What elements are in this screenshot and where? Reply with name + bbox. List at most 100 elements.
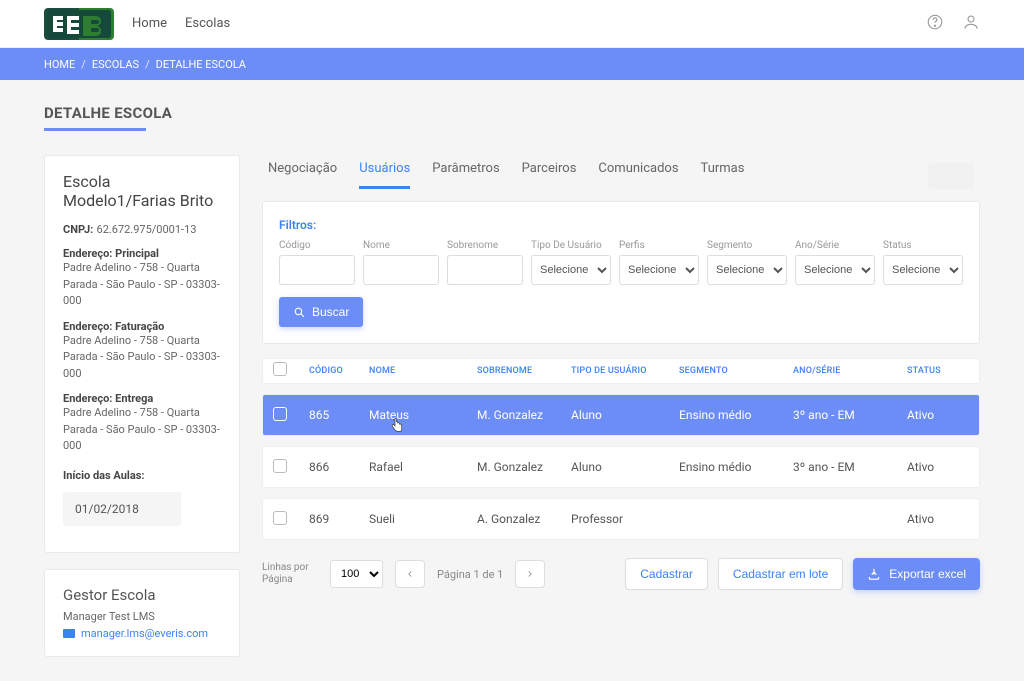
help-icon[interactable] [926,13,944,35]
th-codigo[interactable]: CÓDIGO [309,366,369,376]
filter-sobrenome-input[interactable] [447,255,523,285]
user-icon[interactable] [962,13,980,35]
breadcrumb: HOME / ESCOLAS / DETALHE ESCOLA [0,48,1024,80]
logo-mark [47,10,111,38]
filter-segmento-select[interactable]: Selecione [707,255,787,285]
addr-principal: Padre Adelino - 758 - Quarta Parada - Sã… [63,260,221,310]
tab-usuarios[interactable]: Usuários [359,161,410,189]
cadastrar-button[interactable]: Cadastrar [625,558,708,590]
search-button[interactable]: Buscar [279,297,363,327]
tab-turmas[interactable]: Turmas [701,161,745,189]
logo[interactable] [44,8,114,40]
row-checkbox[interactable] [273,511,287,525]
addr-entrega: Padre Adelino - 758 - Quarta Parada - Sã… [63,405,221,455]
prev-page-button[interactable] [395,560,425,588]
cell-status: Ativo [907,512,969,526]
filter-anoserie-select[interactable]: Selecione [795,255,875,285]
filter-card: Filtros: Código Nome Sobrenome [262,201,980,344]
select-all-checkbox[interactable] [273,362,287,376]
cell-codigo: 866 [309,460,369,474]
page-title: DETALHE ESCOLA [44,104,980,122]
table-footer: Linhas por Página 100 Página 1 de 1 Cada… [262,558,980,590]
cell-tipo: Aluno [571,408,679,422]
filter-tipo-label: Tipo De Usuário [531,240,611,251]
filter-nome-label: Nome [363,240,439,251]
filter-nome-input[interactable] [363,255,439,285]
th-sobrenome[interactable]: SOBRENOME [477,366,571,376]
tab-parametros[interactable]: Parâmetros [432,161,499,189]
cell-sobrenome: A. Gonzalez [477,512,571,526]
filter-tipo-select[interactable]: Selecione [531,255,611,285]
exportar-excel-label: Exportar excel [889,567,966,581]
manager-card: Gestor Escola Manager Test LMS manager.l… [44,569,240,657]
chevron-left-icon [405,569,415,579]
school-name: Escola Modelo1/Farias Brito [63,172,221,210]
addr-faturacao-label: Endereço: Faturação [63,320,221,333]
breadcrumb-home[interactable]: HOME [44,58,75,71]
topbar: Home Escolas [0,0,1024,48]
tab-comunicados[interactable]: Comunicados [598,161,678,189]
filters-label: Filtros: [279,218,963,232]
school-card: Escola Modelo1/Farias Brito CNPJ: 62.672… [44,155,240,553]
exportar-excel-button[interactable]: Exportar excel [853,558,980,590]
cell-nome: Sueli [369,512,477,526]
cell-segmento: Ensino médio [679,408,793,422]
cell-nome: Rafael [369,460,477,474]
filter-perfis-select[interactable]: Selecione [619,255,699,285]
chevron-right-icon [525,569,535,579]
cell-segmento: Ensino médio [679,460,793,474]
cnpj-value: 62.672.975/0001-13 [97,223,197,236]
filter-codigo-label: Código [279,240,355,251]
th-status[interactable]: STATUS [907,366,969,376]
addr-principal-label: Endereço: Principal [63,247,221,260]
th-anoserie[interactable]: ANO/SÉRIE [793,366,907,376]
row-checkbox[interactable] [273,459,287,473]
search-icon [293,306,306,319]
cell-sobrenome: M. Gonzalez [477,408,571,422]
th-segmento[interactable]: SEGMENTO [679,366,793,376]
breadcrumb-detail: DETALHE ESCOLA [156,58,246,71]
manager-title: Gestor Escola [63,586,221,604]
cell-codigo: 869 [309,512,369,526]
next-page-button[interactable] [515,560,545,588]
addr-faturacao: Padre Adelino - 758 - Quarta Parada - Sã… [63,333,221,383]
cell-tipo: Professor [571,512,679,526]
breadcrumb-escolas[interactable]: ESCOLAS [92,58,139,71]
tabs: Negociação Usuários Parâmetros Parceiros… [262,155,980,189]
export-icon [867,567,881,581]
mail-icon [63,629,75,638]
filter-sobrenome-label: Sobrenome [447,240,523,251]
addr-entrega-label: Endereço: Entrega [63,392,221,405]
cell-anoserie: 3º ano - EM [793,408,907,422]
table-row[interactable]: 865 Mateus M. Gonzalez Aluno Ensino médi… [262,394,980,436]
search-button-label: Buscar [312,305,349,319]
cell-nome: Mateus [369,408,477,422]
manager-email[interactable]: manager.lms@everis.com [81,627,208,640]
filter-status-select[interactable]: Selecione [883,255,963,285]
topbar-right [926,13,980,35]
tab-negociacao[interactable]: Negociação [268,161,337,189]
table-row[interactable]: 866 Rafael M. Gonzalez Aluno Ensino médi… [262,446,980,488]
table-header: CÓDIGO NOME SOBRENOME TIPO DE USUÁRIO SE… [262,358,980,384]
cadastrar-lote-button[interactable]: Cadastrar em lote [718,558,843,590]
start-date-label: Início das Aulas: [63,469,221,482]
th-nome[interactable]: NOME [369,366,477,376]
nav-escolas[interactable]: Escolas [185,16,230,31]
page-indicator: Página 1 de 1 [437,568,503,581]
rows-per-page-select[interactable]: 100 [330,560,383,588]
cell-tipo: Aluno [571,460,679,474]
filter-codigo-input[interactable] [279,255,355,285]
cell-status: Ativo [907,408,969,422]
filter-status-label: Status [883,240,963,251]
th-tipo[interactable]: TIPO DE USUÁRIO [571,366,679,376]
table-row[interactable]: 869 Sueli A. Gonzalez Professor Ativo [262,498,980,540]
page: DETALHE ESCOLA Escola Modelo1/Farias Bri… [0,80,1024,681]
manager-name: Manager Test LMS [63,610,221,623]
nav-home[interactable]: Home [132,16,167,31]
start-date-value: 01/02/2018 [63,492,181,526]
filter-perfis-label: Perfis [619,240,699,251]
tab-parceiros[interactable]: Parceiros [522,161,577,189]
cnpj-label: CNPJ: [63,223,93,236]
row-checkbox[interactable] [273,407,287,421]
cell-anoserie: 3º ano - EM [793,460,907,474]
